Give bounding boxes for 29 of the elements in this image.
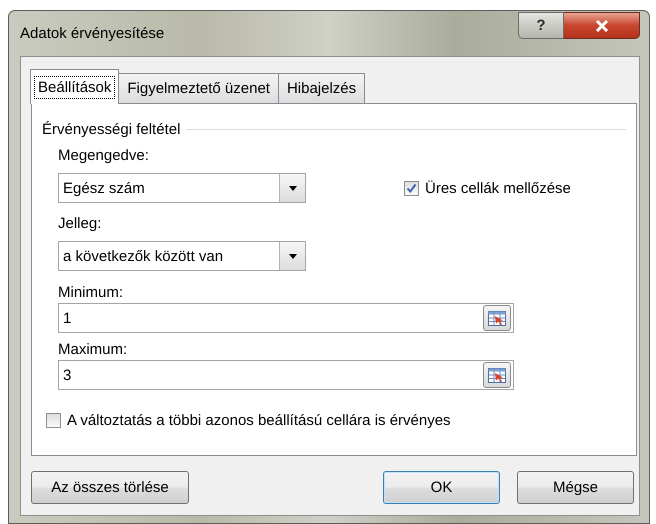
help-button[interactable]: ? xyxy=(518,12,564,39)
field-label: Megengedve: xyxy=(58,147,150,165)
field-label: Minimum: xyxy=(58,284,124,302)
dropdown[interactable]: a következők között van xyxy=(58,241,306,271)
checkbox[interactable] xyxy=(404,181,419,196)
window-title: Adatok érvényesítése xyxy=(20,25,164,42)
dialog-button[interactable]: OK xyxy=(383,471,500,504)
dropdown-arrow-icon xyxy=(288,254,296,258)
dropdown[interactable]: Egész szám xyxy=(58,173,306,203)
collapse-dialog-button[interactable] xyxy=(483,305,511,331)
collapse-dialog-button[interactable] xyxy=(483,362,511,388)
input-field[interactable]: 1 xyxy=(58,303,514,333)
dropdown-arrow-icon xyxy=(288,186,296,190)
dialog-button[interactable]: Mégse xyxy=(517,471,634,504)
field-label: Jelleg: xyxy=(58,215,102,233)
tab[interactable]: Beállítások xyxy=(30,69,120,104)
input-field[interactable]: 3 xyxy=(58,360,514,390)
checkbox-label: Üres cellák mellőzése xyxy=(425,180,571,197)
close-icon xyxy=(594,20,608,32)
checkbox-label: A változtatás a többi azonos beállítású cellára is érvényes xyxy=(67,412,451,429)
group-title: Érvényességi feltétel xyxy=(42,121,180,138)
checkbox[interactable] xyxy=(46,413,61,428)
tab[interactable]: Figyelmeztető üzenet xyxy=(118,73,279,103)
tab[interactable]: Hibajelzés xyxy=(278,73,366,103)
field-label: Maximum: xyxy=(58,341,128,359)
close-button[interactable] xyxy=(564,12,640,39)
cell-range-icon xyxy=(488,368,506,382)
dialog-button[interactable]: Az összes törlése xyxy=(31,471,189,504)
cell-range-icon xyxy=(488,310,506,326)
